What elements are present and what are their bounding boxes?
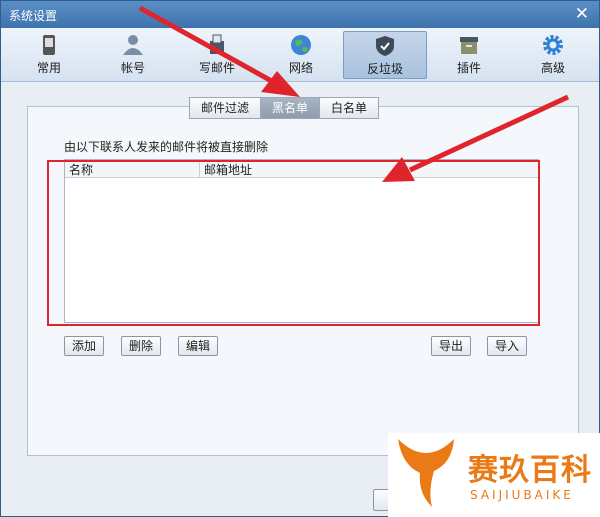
fish-tail-logo (398, 439, 454, 507)
watermark-cn: 赛玖百科 (468, 453, 592, 488)
watermark: 赛玖百科 SAIJIUBAIKE (388, 433, 600, 517)
arrow-to-list (408, 94, 570, 173)
arrow-to-tab (138, 5, 279, 87)
watermark-en: SAIJIUBAIKE (470, 488, 574, 502)
arrow-head-tab (261, 71, 300, 97)
